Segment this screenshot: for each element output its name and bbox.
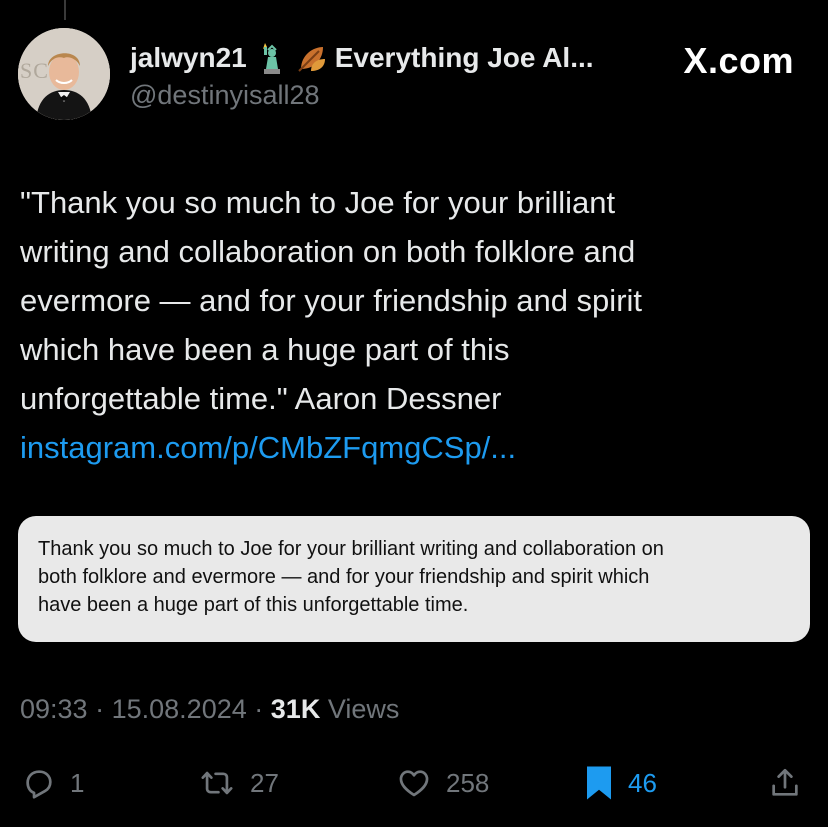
quote-card-text: Thank you so much to Joe for your brilli… <box>38 535 790 619</box>
like-count: 258 <box>446 767 490 798</box>
action-bar: 1 27 258 46 <box>0 758 828 808</box>
quote-card-line: have been a huge part of this unforgetta… <box>38 594 469 616</box>
views-count: 31K <box>270 694 321 724</box>
tweet-text: "Thank you so much to Joe for your brill… <box>20 178 800 472</box>
bookmark-button[interactable]: 46 <box>584 758 657 808</box>
tweet-time[interactable]: 09:33 <box>20 694 88 724</box>
tweet-text-line: writing and collaboration on both folklo… <box>20 234 636 269</box>
tweet-date[interactable]: 15.08.2024 <box>112 694 247 724</box>
display-name[interactable]: jalwyn21 <box>130 42 247 74</box>
community-name[interactable]: Everything Joe Al... <box>335 42 594 74</box>
repost-icon <box>201 771 233 795</box>
thread-connector-line <box>64 0 66 20</box>
avatar-backdrop-letters: SC <box>20 58 49 83</box>
site-label: X.com <box>683 40 794 81</box>
statue-of-liberty-icon <box>257 41 287 75</box>
avatar[interactable]: SC <box>18 28 110 120</box>
like-button[interactable]: 258 <box>396 758 489 808</box>
author-name-row: jalwyn21 Everything Joe Al... <box>130 38 594 78</box>
tweet-text-line: "Thank you so much to Joe for your brill… <box>20 185 616 220</box>
reply-icon <box>26 770 52 799</box>
bookmark-count: 46 <box>628 767 657 798</box>
meta-separator: · <box>254 694 264 724</box>
share-icon <box>772 768 798 796</box>
quote-card-line: Thank you so much to Joe for your brilli… <box>38 538 664 560</box>
quote-card-line: both folklore and evermore — and for you… <box>38 566 650 588</box>
repost-button[interactable]: 27 <box>198 758 279 808</box>
reply-button[interactable]: 1 <box>22 758 84 808</box>
quote-card[interactable]: Thank you so much to Joe for your brilli… <box>18 516 810 642</box>
meta-separator: · <box>95 694 105 724</box>
share-button[interactable] <box>768 758 802 808</box>
instagram-link[interactable]: instagram.com/p/CMbZFqmgCSp/... <box>20 423 800 472</box>
tweet-text-line: unforgettable time." Aaron Dessner <box>20 381 502 416</box>
fallen-leaf-icon <box>297 41 327 75</box>
views-label: Views <box>327 694 400 724</box>
user-handle[interactable]: @destinyisall28 <box>130 80 320 111</box>
tweet-text-line: which have been a huge part of this <box>20 332 510 367</box>
tweet-text-line: evermore — and for your friendship and s… <box>20 283 643 318</box>
heart-icon <box>399 770 429 797</box>
bookmark-icon <box>587 766 611 800</box>
repost-count: 27 <box>250 767 279 798</box>
reply-count: 1 <box>70 767 85 798</box>
tweet-meta: 09:33 · 15.08.2024 · 31K Views <box>20 694 399 725</box>
